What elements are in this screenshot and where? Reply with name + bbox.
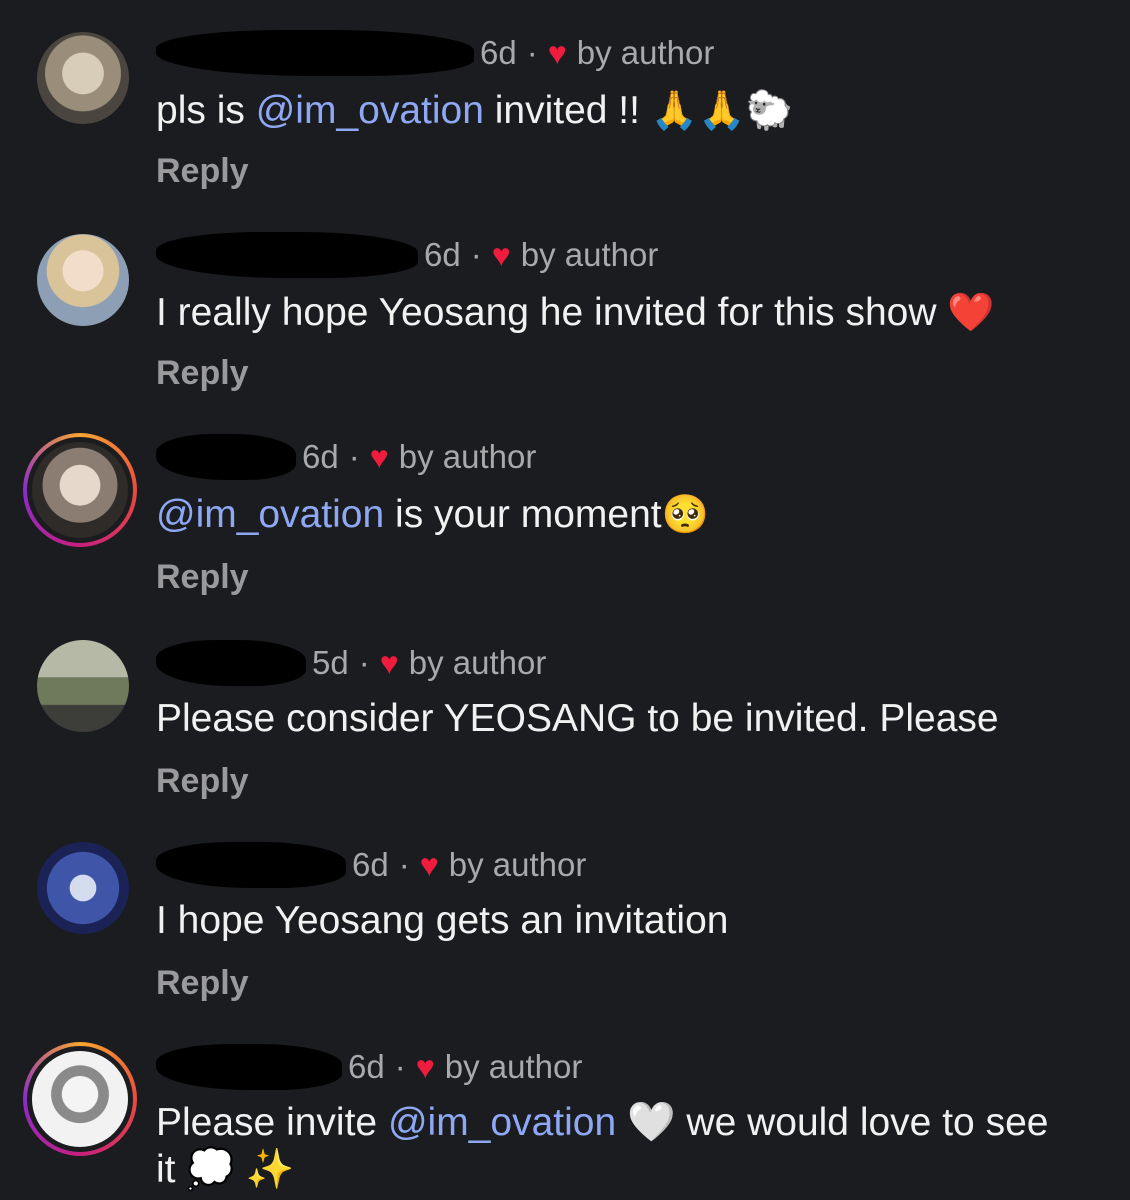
redacted-username xyxy=(156,640,306,686)
comment-text: @im_ovation is your moment🥺 xyxy=(156,492,709,536)
mention-link[interactable]: @im_ovation xyxy=(388,1101,616,1144)
comment-text-line2: it 💭 ✨ xyxy=(156,1148,295,1191)
comment-text: I really hope Yeosang he invited for thi… xyxy=(156,290,995,334)
reply-button[interactable]: Reply xyxy=(156,354,249,393)
comment-meta: 6d · ♥ by author xyxy=(156,30,714,76)
by-author-label: by author xyxy=(408,644,547,681)
avatar-story-ring[interactable] xyxy=(23,433,137,547)
emoji: ❤️ xyxy=(947,290,995,334)
redacted-username xyxy=(156,30,474,76)
emoji: 🙏🙏🐑 xyxy=(650,88,793,132)
avatar[interactable] xyxy=(37,234,129,326)
comment-meta: 6d · ♥ by author xyxy=(156,1044,582,1090)
heart-icon[interactable]: ♥ xyxy=(492,237,511,274)
timestamp: 6d xyxy=(302,438,339,475)
comment-text: Please invite @im_ovation 🤍 we would lov… xyxy=(156,1101,1049,1144)
comment-meta: 6d · ♥ by author xyxy=(156,232,658,278)
avatar-story-ring[interactable] xyxy=(23,1042,137,1156)
heart-icon[interactable]: ♥ xyxy=(420,847,439,884)
comment-text: I hope Yeosang gets an invitation xyxy=(156,899,729,942)
redacted-username xyxy=(156,842,346,888)
comment-text: pls is @im_ovation invited !! 🙏🙏🐑 xyxy=(156,88,793,132)
avatar xyxy=(27,437,133,543)
reply-button[interactable]: Reply xyxy=(156,762,249,801)
reply-button[interactable]: Reply xyxy=(156,558,249,597)
avatar[interactable] xyxy=(37,842,129,934)
timestamp: 6d xyxy=(352,846,389,883)
by-author-label: by author xyxy=(448,846,587,883)
heart-icon[interactable]: ♥ xyxy=(380,645,399,682)
reply-button[interactable]: Reply xyxy=(156,152,249,191)
by-author-label: by author xyxy=(520,236,659,273)
reply-button[interactable]: Reply xyxy=(156,964,249,1003)
heart-icon[interactable]: ♥ xyxy=(416,1049,435,1086)
comment-text: Please consider YEOSANG to be invited. P… xyxy=(156,697,999,740)
comment-meta: 6d · ♥ by author xyxy=(156,434,536,480)
mention-link[interactable]: @im_ovation xyxy=(156,493,384,536)
by-author-label: by author xyxy=(398,438,537,475)
by-author-label: by author xyxy=(576,34,715,71)
timestamp: 6d xyxy=(348,1048,385,1085)
mention-link[interactable]: @im_ovation xyxy=(256,89,484,132)
redacted-username xyxy=(156,1044,342,1090)
redacted-username xyxy=(156,232,418,278)
redacted-username xyxy=(156,434,296,480)
heart-icon[interactable]: ♥ xyxy=(548,35,567,72)
comment-meta: 6d · ♥ by author xyxy=(156,842,586,888)
comment-meta: 5d · ♥ by author xyxy=(156,640,546,686)
timestamp: 5d xyxy=(312,644,349,681)
heart-icon[interactable]: ♥ xyxy=(370,439,389,476)
emoji: 🥺 xyxy=(661,492,709,536)
avatar xyxy=(27,1046,133,1152)
timestamp: 6d xyxy=(424,236,461,273)
by-author-label: by author xyxy=(444,1048,583,1085)
timestamp: 6d xyxy=(480,34,517,71)
avatar[interactable] xyxy=(37,640,129,732)
avatar[interactable] xyxy=(37,32,129,124)
